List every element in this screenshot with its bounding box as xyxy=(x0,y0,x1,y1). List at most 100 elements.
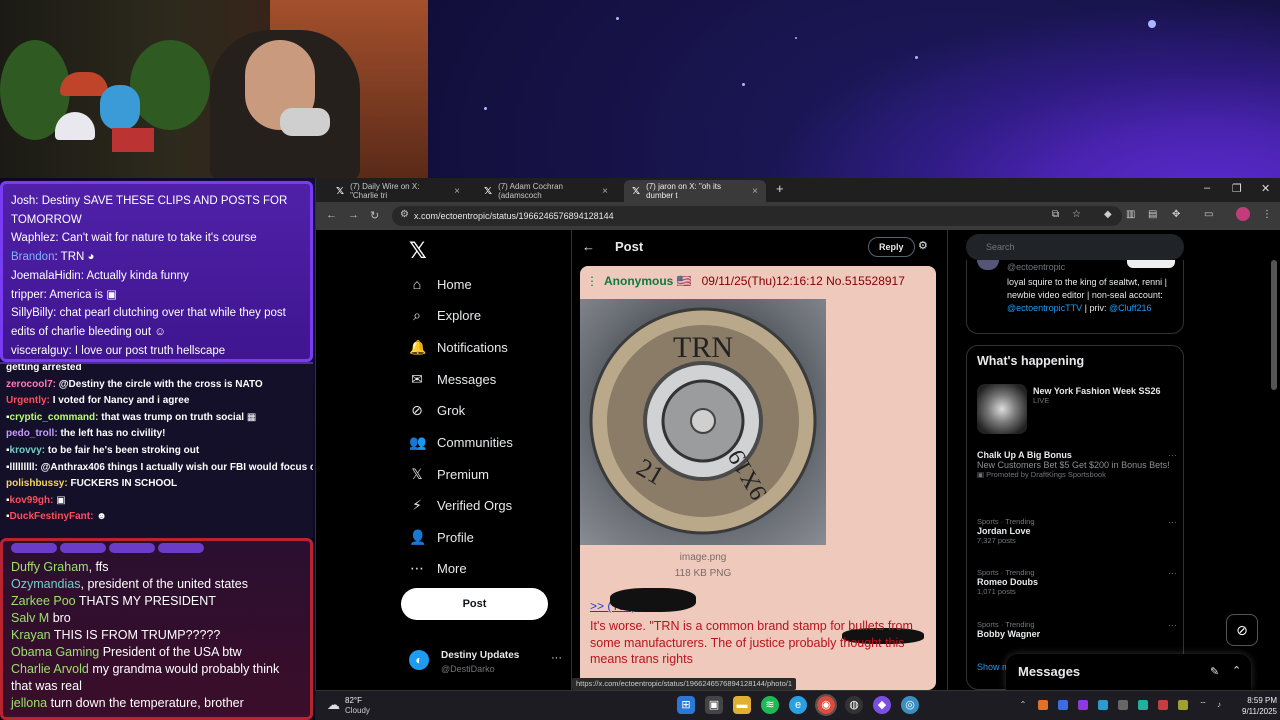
app-icon[interactable]: ◎ xyxy=(901,696,919,714)
more-dots-icon[interactable]: ··· xyxy=(1168,517,1177,527)
tray-app-icon[interactable] xyxy=(1118,700,1128,710)
post-button[interactable]: Post xyxy=(401,588,548,620)
trend-item[interactable]: New York Fashion Week SS26 LIVE xyxy=(1033,386,1173,405)
more-dots-icon[interactable]: ··· xyxy=(1168,450,1177,460)
minimize-button[interactable]: – xyxy=(1204,182,1210,194)
search-input[interactable] xyxy=(966,234,1184,260)
trend-item[interactable]: Sports · Trending Romeo Doubs 1,071 post… xyxy=(977,568,1177,596)
chat-text: FUCKERS IN SCHOOL xyxy=(70,478,178,490)
site-info-icon[interactable]: ⚙ xyxy=(400,209,409,220)
nav-notifications[interactable]: 🔔 Notifications xyxy=(409,333,508,361)
more-dots-icon[interactable]: ··· xyxy=(1168,620,1177,630)
casing-stamp-top: TRN xyxy=(673,331,733,364)
scrollbar[interactable] xyxy=(1271,260,1277,390)
back-arrow-icon[interactable]: ← xyxy=(582,239,595,254)
close-icon[interactable]: × xyxy=(454,186,460,197)
trash-icon[interactable]: ▥ xyxy=(1126,209,1135,220)
nav-more[interactable]: ⋯ More xyxy=(409,554,467,582)
extension-icon[interactable]: ◆ xyxy=(1104,209,1112,220)
tray-app-icon[interactable] xyxy=(1078,700,1088,710)
extension-icon[interactable]: ▤ xyxy=(1148,209,1157,220)
browser-tab[interactable]: 𝕏 (7) Daily Wire on X: "Charlie tri × xyxy=(328,180,468,202)
bookmark-star-icon[interactable]: ☆ xyxy=(1072,209,1081,220)
network-icon[interactable]: ⌔ xyxy=(1198,700,1208,710)
tab-title: (7) Daily Wire on X: "Charlie tri xyxy=(350,182,420,200)
chat-username: Salv M xyxy=(11,611,50,625)
x-right-sidebar: ⌕ @ectoentropic loyal squire to the king… xyxy=(961,230,1186,690)
nav-profile[interactable]: 👤 Profile xyxy=(409,523,474,551)
post-image-screenshot[interactable]: ⋮ Anonymous 🇺🇸 09/11/25(Thu)12:16:12 No.51… xyxy=(580,266,936,690)
reload-icon[interactable]: ↻ xyxy=(370,209,379,222)
compose-icon[interactable]: ✎ xyxy=(1210,665,1219,678)
tray-app-icon[interactable] xyxy=(1178,700,1188,710)
settings-sliders-icon[interactable]: ⚙ xyxy=(918,239,928,252)
nav-explore[interactable]: ⌕ Explore xyxy=(409,301,481,329)
browser-tab-active[interactable]: 𝕏 (7) jaron on X: "oh its dumber t × xyxy=(624,180,766,202)
windows-start-icon[interactable]: ⊞ xyxy=(677,696,695,714)
chat-message: visceralguy: I love our post truth hells… xyxy=(11,344,226,357)
trend-thumbnail[interactable] xyxy=(977,384,1027,434)
collapse-icon[interactable]: ⌃ xyxy=(1232,664,1241,677)
bio-link[interactable]: @Cluff216 xyxy=(1109,303,1152,313)
bio-link[interactable]: @ectoentropicTTV xyxy=(1007,303,1082,313)
task-view-icon[interactable]: ▣ xyxy=(705,696,723,714)
profile-card[interactable]: @ectoentropic loyal squire to the king o… xyxy=(966,260,1184,334)
more-dots-icon[interactable]: ··· xyxy=(1168,568,1177,578)
more-dots-icon[interactable]: ··· xyxy=(551,652,562,664)
profile-bio: loyal squire to the king of sealtwt, ren… xyxy=(1007,276,1179,315)
maximize-button[interactable]: ❐ xyxy=(1232,182,1242,195)
nav-messages[interactable]: ✉ Messages xyxy=(409,365,496,393)
reply-button[interactable]: Reply xyxy=(868,237,915,257)
close-icon[interactable]: × xyxy=(752,186,758,197)
back-arrow-icon[interactable]: ← xyxy=(326,209,337,221)
volume-icon[interactable]: ♪ xyxy=(1214,700,1224,710)
nav-verified-orgs[interactable]: ⚡ Verified Orgs xyxy=(409,491,512,519)
obs-icon[interactable]: ◍ xyxy=(845,696,863,714)
tray-app-icon[interactable] xyxy=(1158,700,1168,710)
nav-home[interactable]: ⌂ Home xyxy=(409,270,472,298)
trend-item[interactable]: Chalk Up A Big Bonus New Customers Bet $… xyxy=(977,450,1177,479)
chan-post-body: It's worse. "TRN is a common brand stamp… xyxy=(590,619,913,666)
address-bar-row: ← → ↻ x.com/ectoentropic/status/19662465… xyxy=(316,202,1280,230)
account-switcher[interactable]: ◐ Destiny Updates @DestiDarko ··· xyxy=(409,648,562,678)
nav-communities[interactable]: 👥 Communities xyxy=(409,428,513,456)
tray-chevron-icon[interactable]: ⌃ xyxy=(1018,700,1028,710)
clock[interactable]: 8:59 PM 9/11/2025 xyxy=(1231,695,1277,717)
grok-float-icon[interactable]: ⊘ xyxy=(1226,614,1258,646)
trend-item[interactable]: Sports · Trending Jordan Love 7,327 post… xyxy=(977,517,1177,545)
follow-button[interactable] xyxy=(1127,260,1175,268)
install-icon[interactable]: ⧉ xyxy=(1052,209,1059,220)
close-icon[interactable]: × xyxy=(602,186,608,197)
browser-tab[interactable]: 𝕏 (7) Adam Cochran (adamscoch × xyxy=(476,180,616,202)
chat-panel-middle: getting arrested zerocool7: @Destiny the… xyxy=(0,362,313,538)
sidebar-icon[interactable]: ▭ xyxy=(1204,209,1213,220)
tray-app-icon[interactable] xyxy=(1058,700,1068,710)
menu-icon[interactable]: ⋮ xyxy=(1262,209,1272,220)
tray-app-icon[interactable] xyxy=(1138,700,1148,710)
nav-label: Premium xyxy=(437,466,490,482)
promoted-text: Promoted by DraftKings Sportsbook xyxy=(986,470,1106,479)
url-bar[interactable]: x.com/ectoentropic/status/19662465768941… xyxy=(392,206,1122,226)
bullet-casing-image[interactable]: TRN 21 9X19 xyxy=(580,299,826,545)
file-explorer-icon[interactable]: ▬ xyxy=(733,696,751,714)
forward-arrow-icon[interactable]: → xyxy=(348,209,359,221)
tray-app-icon[interactable] xyxy=(1038,700,1048,710)
weather-widget[interactable]: ☁ 82°F Cloudy xyxy=(327,695,387,717)
new-tab-button[interactable]: + xyxy=(776,181,784,196)
chat-panel-bottom: Duffy Graham, ffs Ozymandias, president … xyxy=(0,538,313,720)
chrome-icon[interactable]: ◉ xyxy=(815,694,837,716)
nav-premium[interactable]: 𝕏 Premium xyxy=(409,460,489,488)
chat-text: I voted for Nancy and i agree xyxy=(52,395,190,407)
image-filename[interactable]: image.png xyxy=(580,552,826,563)
profile-avatar-icon[interactable] xyxy=(1236,207,1250,221)
close-window-button[interactable]: ✕ xyxy=(1261,182,1270,195)
spotify-icon[interactable]: ≋ xyxy=(761,696,779,714)
tray-app-icon[interactable] xyxy=(1098,700,1108,710)
x-logo-icon[interactable]: 𝕏 xyxy=(409,238,427,264)
app-icon[interactable]: ◆ xyxy=(873,696,891,714)
trend-item[interactable]: Sports · Trending Bobby Wagner ··· xyxy=(977,620,1177,639)
puzzle-icon[interactable]: ✥ xyxy=(1172,209,1180,220)
edge-icon[interactable]: e xyxy=(789,696,807,714)
messages-drawer[interactable]: Messages ✎ ⌃ xyxy=(1006,654,1251,690)
nav-grok[interactable]: ⊘ Grok xyxy=(409,396,465,424)
